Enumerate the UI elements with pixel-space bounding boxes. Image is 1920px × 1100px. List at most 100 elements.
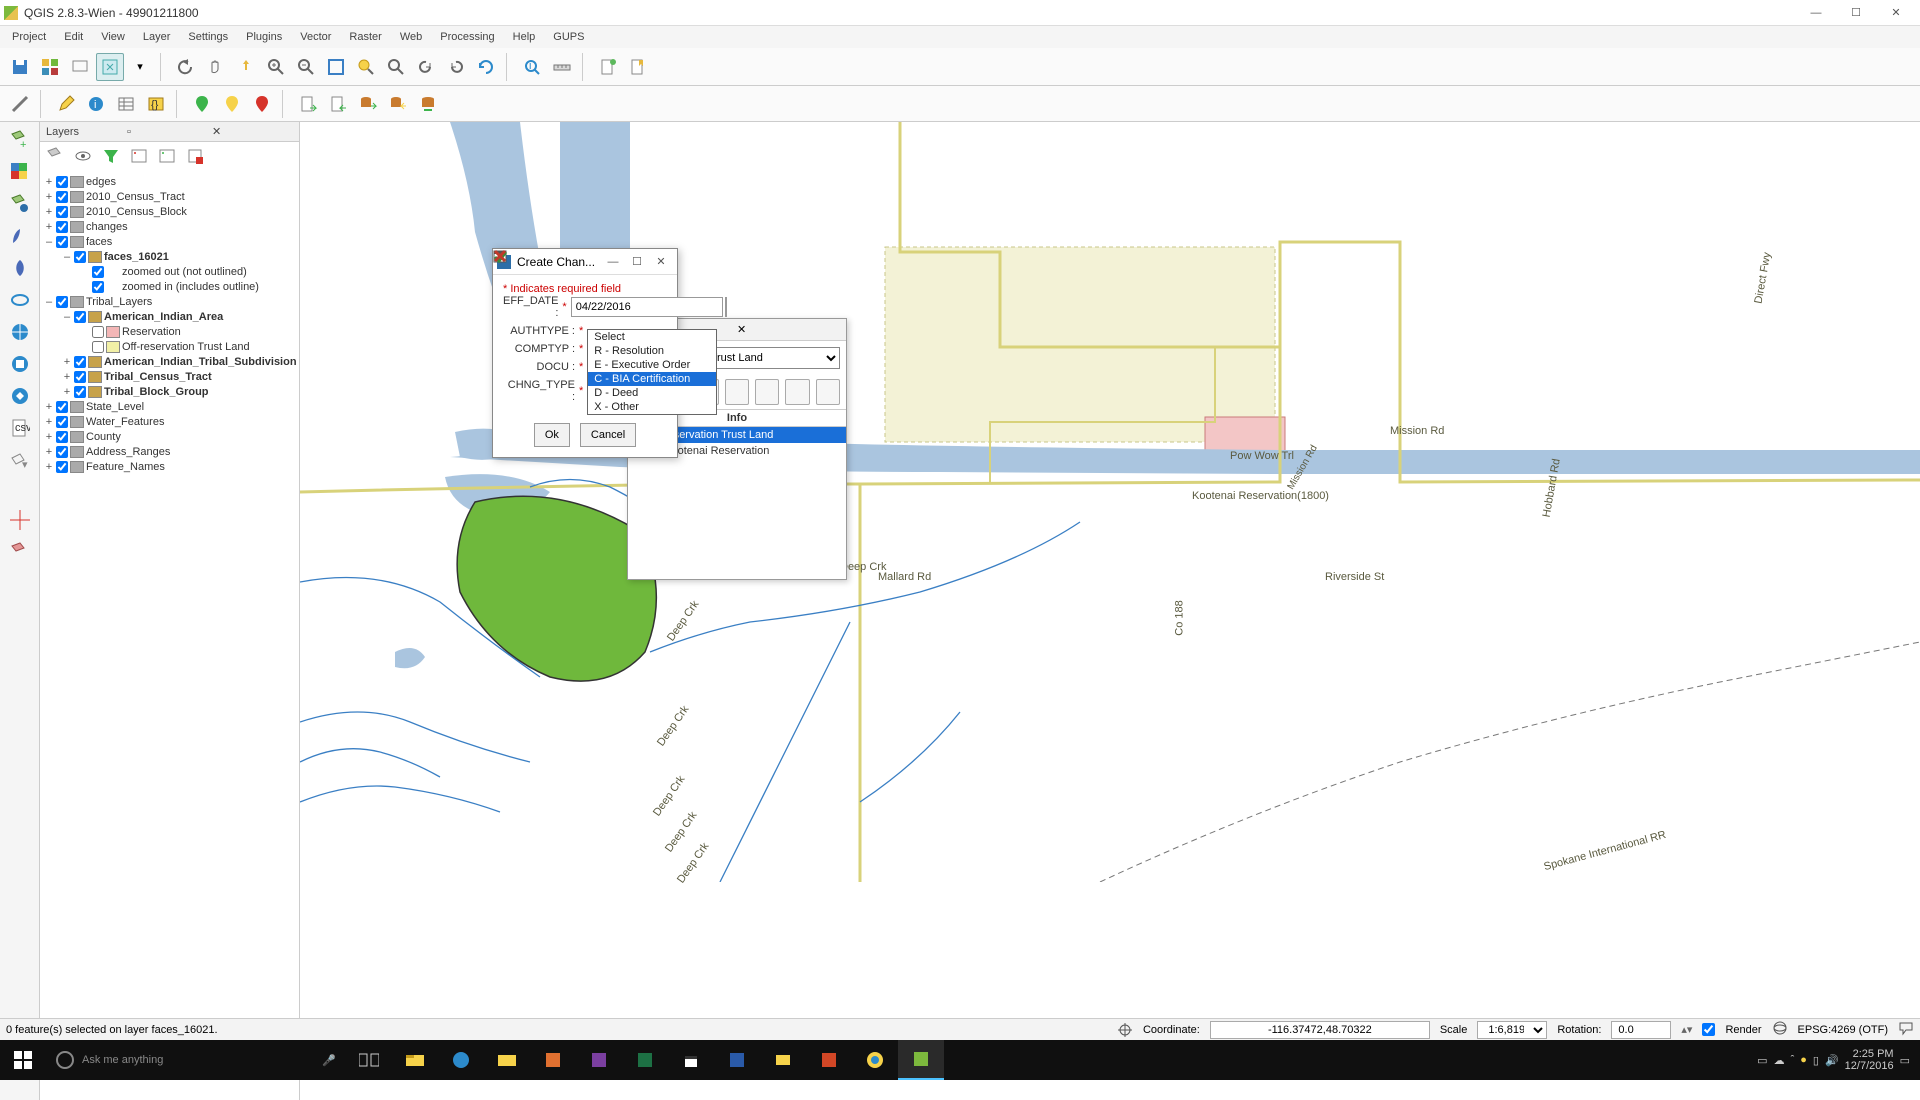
file-explorer-icon[interactable] xyxy=(392,1040,438,1080)
add-postgis-icon[interactable] xyxy=(8,192,32,216)
dropdown-item[interactable]: R - Resolution xyxy=(588,344,716,358)
layer-tree[interactable]: +edges+2010_Census_Tract+2010_Census_Blo… xyxy=(40,172,299,1100)
feature-down-icon[interactable] xyxy=(725,379,749,405)
chrome-icon[interactable] xyxy=(852,1040,898,1080)
tray-extra-icon[interactable]: ▭ xyxy=(1757,1054,1767,1067)
ok-button[interactable]: Ok xyxy=(534,423,570,447)
window-minimize-button[interactable]: — xyxy=(1796,1,1836,25)
window-maximize-button[interactable]: ☐ xyxy=(1836,1,1876,25)
layer-checkbox[interactable] xyxy=(92,281,104,293)
marker-red-icon[interactable] xyxy=(248,90,276,118)
layer-checkbox[interactable] xyxy=(56,176,68,188)
virtual-layer-icon[interactable] xyxy=(8,540,32,564)
cancel-button[interactable]: Cancel xyxy=(580,423,636,447)
dropdown-item[interactable]: Select xyxy=(588,330,716,344)
layer-checkbox[interactable] xyxy=(56,206,68,218)
dropdown-item[interactable]: D - Deed xyxy=(588,386,716,400)
eff-date-input[interactable] xyxy=(571,297,723,317)
identify-blue-icon[interactable]: i xyxy=(82,90,110,118)
expand-icon[interactable]: + xyxy=(44,191,54,203)
layer-checkbox[interactable] xyxy=(74,356,86,368)
attribute-table-icon[interactable] xyxy=(112,90,140,118)
pan-tool-icon[interactable] xyxy=(96,53,124,81)
feature-close-icon[interactable] xyxy=(816,379,840,405)
import-icon[interactable] xyxy=(324,90,352,118)
expand-icon[interactable]: + xyxy=(44,221,54,233)
layer-row[interactable]: +American_Indian_Tribal_Subdivision xyxy=(44,354,299,369)
expand-icon[interactable]: + xyxy=(44,416,54,428)
dialog-close-button[interactable]: ✕ xyxy=(649,250,673,274)
add-wms-icon[interactable] xyxy=(8,320,32,344)
expand-icon[interactable]: + xyxy=(44,206,54,218)
add-mssql-icon[interactable] xyxy=(8,256,32,280)
layer-checkbox[interactable] xyxy=(56,446,68,458)
marker-green-icon[interactable] xyxy=(188,90,216,118)
gps-icon[interactable] xyxy=(8,508,32,532)
feature-panel-close-icon[interactable]: ✕ xyxy=(737,323,840,336)
layer-checkbox[interactable] xyxy=(56,461,68,473)
menu-gups[interactable]: GUPS xyxy=(545,29,592,45)
layer-checkbox[interactable] xyxy=(56,191,68,203)
expand-icon[interactable]: – xyxy=(62,311,72,323)
dialog-minimize-button[interactable]: — xyxy=(601,250,625,274)
task-view-icon[interactable] xyxy=(346,1040,392,1080)
layer-checkbox[interactable] xyxy=(74,311,86,323)
refresh-icon[interactable] xyxy=(472,53,500,81)
layer-row[interactable]: Reservation xyxy=(44,324,299,339)
layer-row[interactable]: Off-reservation Trust Land xyxy=(44,339,299,354)
edit-pencil-icon[interactable] xyxy=(52,90,80,118)
layer-checkbox[interactable] xyxy=(56,296,68,308)
add-oracle-icon[interactable] xyxy=(8,288,32,312)
print-composer-icon[interactable] xyxy=(66,53,94,81)
word-icon[interactable] xyxy=(714,1040,760,1080)
menu-settings[interactable]: Settings xyxy=(180,29,236,45)
layer-remove-icon[interactable] xyxy=(186,147,204,168)
bookmarks-icon[interactable] xyxy=(624,53,652,81)
expand-icon[interactable]: – xyxy=(44,236,54,248)
expand-icon[interactable]: – xyxy=(62,251,72,263)
new-project-icon[interactable] xyxy=(36,53,64,81)
layer-row[interactable]: +Tribal_Block_Group xyxy=(44,384,299,399)
menu-web[interactable]: Web xyxy=(392,29,430,45)
zoom-layer-icon[interactable] xyxy=(382,53,410,81)
powerpoint-icon[interactable] xyxy=(806,1040,852,1080)
layer-expr2-icon[interactable] xyxy=(158,147,176,168)
db-export-icon[interactable] xyxy=(354,90,382,118)
expand-icon[interactable]: + xyxy=(62,386,72,398)
layer-expr-icon[interactable] xyxy=(130,147,148,168)
tray-network-icon[interactable]: ▯ xyxy=(1813,1054,1819,1067)
add-vector-icon[interactable]: + xyxy=(8,128,32,152)
layer-checkbox[interactable] xyxy=(92,326,104,338)
window-close-button[interactable]: ✕ xyxy=(1876,1,1916,25)
layer-row[interactable]: –Tribal_Layers xyxy=(44,294,299,309)
layer-row[interactable]: +Address_Ranges xyxy=(44,444,299,459)
mic-icon[interactable]: 🎤 xyxy=(322,1054,336,1067)
edge-icon[interactable] xyxy=(438,1040,484,1080)
layer-row[interactable]: +changes xyxy=(44,219,299,234)
dropdown-arrow-icon[interactable]: ▾ xyxy=(126,53,154,81)
system-tray[interactable]: ▭ ☁ ˆ ● ▯ 🔊 2:25 PM 12/7/2016 ▭ xyxy=(1757,1048,1920,1072)
layer-row[interactable]: +County xyxy=(44,429,299,444)
layer-row[interactable]: +2010_Census_Tract xyxy=(44,189,299,204)
dropdown-item[interactable]: C - BIA Certification xyxy=(588,372,716,386)
db-import-icon[interactable] xyxy=(384,90,412,118)
taskbar-search[interactable]: Ask me anything 🎤 xyxy=(46,1040,346,1080)
layer-row[interactable]: +Water_Features xyxy=(44,414,299,429)
layer-checkbox[interactable] xyxy=(74,386,86,398)
excel-icon[interactable] xyxy=(622,1040,668,1080)
layer-row[interactable]: –faces_16021 xyxy=(44,249,299,264)
dropdown-item[interactable]: E - Executive Order xyxy=(588,358,716,372)
layer-row[interactable]: –American_Indian_Area xyxy=(44,309,299,324)
layer-checkbox[interactable] xyxy=(56,236,68,248)
save-icon[interactable] xyxy=(6,53,34,81)
menu-vector[interactable]: Vector xyxy=(292,29,339,45)
db-sync-icon[interactable] xyxy=(414,90,442,118)
qgis-taskbar-icon[interactable] xyxy=(898,1040,944,1080)
menu-layer[interactable]: Layer xyxy=(135,29,179,45)
layer-row[interactable]: –faces xyxy=(44,234,299,249)
scale-select[interactable]: 1:6,819 xyxy=(1477,1021,1547,1039)
tray-up-icon[interactable]: ˆ xyxy=(1791,1054,1795,1066)
crs-label[interactable]: EPSG:4269 (OTF) xyxy=(1798,1024,1888,1036)
outlook-icon[interactable] xyxy=(760,1040,806,1080)
layer-row[interactable]: zoomed in (includes outline) xyxy=(44,279,299,294)
